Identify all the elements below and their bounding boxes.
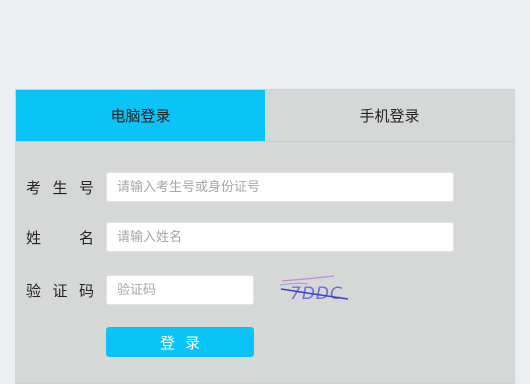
exam-id-field[interactable]: [106, 172, 454, 202]
exam-id-input[interactable]: [117, 179, 443, 195]
exam-id-label: 考生号: [26, 172, 94, 202]
captcha-input[interactable]: [117, 282, 243, 298]
name-row: 姓名: [16, 222, 514, 252]
name-label: 姓名: [26, 222, 94, 252]
name-field[interactable]: [106, 222, 454, 252]
exam-id-row: 考生号: [16, 172, 514, 202]
tabs-divider: [16, 141, 514, 142]
name-label-char: 姓: [26, 228, 42, 247]
login-tabs: 电脑登录 手机登录: [16, 90, 514, 141]
captcha-label-char: 证: [52, 281, 68, 300]
exam-id-label-char: 号: [78, 178, 94, 197]
name-label-char: 名: [78, 228, 94, 247]
tab-mobile-login[interactable]: 手机登录: [265, 90, 514, 141]
captcha-label-char: 验: [26, 281, 42, 300]
login-panel: 电脑登录 手机登录 考生号 姓名 验证码 7DDC 登录: [15, 89, 515, 384]
captcha-label-char: 码: [78, 281, 94, 300]
tab-pc-login[interactable]: 电脑登录: [16, 90, 265, 141]
captcha-row: 验证码 7DDC: [16, 275, 514, 305]
exam-id-label-char: 考: [26, 178, 42, 197]
captcha-label: 验证码: [26, 275, 94, 305]
captcha-image[interactable]: 7DDC: [278, 275, 354, 305]
login-button[interactable]: 登录: [106, 327, 254, 357]
name-input[interactable]: [117, 229, 443, 245]
exam-id-label-char: 生: [52, 178, 68, 197]
captcha-field[interactable]: [106, 275, 254, 305]
